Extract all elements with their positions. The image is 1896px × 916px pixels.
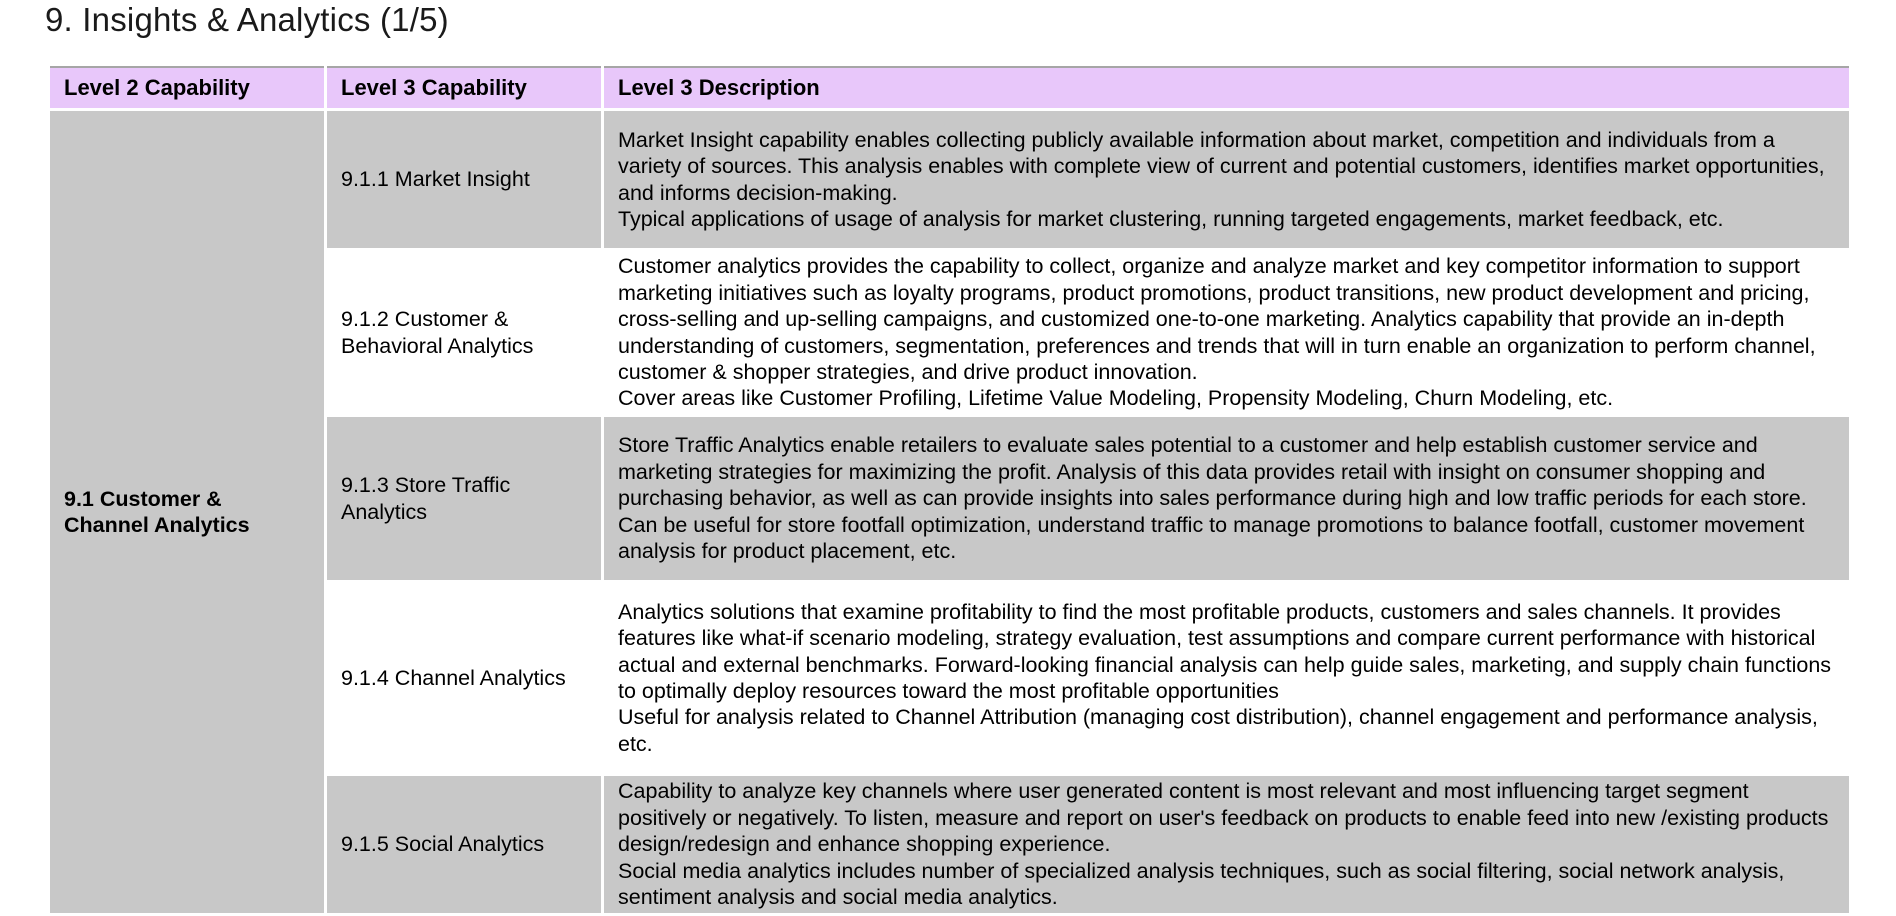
description-cell: Analytics solutions that examine profita…: [601, 580, 1852, 776]
level3-cell: 9.1.3 Store Traffic Analytics: [324, 414, 604, 583]
level3-label: 9.1.5 Social Analytics: [341, 832, 545, 857]
table-header-row: Level 2 Capability Level 3 Capability Le…: [47, 67, 1852, 111]
description-cell: Market Insight capability enables collec…: [601, 108, 1852, 251]
description-paragraph: Market Insight capability enables collec…: [618, 127, 1825, 205]
description-paragraph: Can be useful for store footfall optimiz…: [618, 512, 1805, 564]
header-description: Level 3 Description: [601, 67, 1852, 111]
page-title: 9. Insights & Analytics (1/5): [45, 1, 449, 38]
description-paragraph: Capability to analyze key channels where…: [618, 779, 1829, 857]
description-paragraph: Customer analytics provides the capabili…: [618, 254, 1816, 384]
level3-cell: 9.1.1 Market Insight: [324, 108, 604, 251]
description-paragraph: Store Traffic Analytics enable retailers…: [618, 433, 1807, 511]
description-paragraph: Analytics solutions that examine profita…: [618, 599, 1832, 703]
description-paragraph: Social media analytics includes number o…: [618, 858, 1785, 910]
description-paragraph: Cover areas like Customer Profiling, Lif…: [618, 386, 1614, 411]
header-level2: Level 2 Capability: [47, 67, 327, 111]
level3-label: 9.1.4 Channel Analytics: [341, 665, 566, 690]
description-cell: Capability to analyze key channels where…: [601, 773, 1852, 916]
level3-label: 9.1.1 Market Insight: [341, 167, 530, 192]
description-cell: Customer analytics provides the capabili…: [601, 248, 1852, 417]
level3-cell: 9.1.4 Channel Analytics: [324, 580, 604, 776]
level3-label: 9.1.2 Customer & Behavioral Analytics: [341, 307, 534, 358]
slide-page: 9. Insights & Analytics (1/5) Level 2 Ca…: [0, 0, 1896, 916]
level3-label: 9.1.3 Store Traffic Analytics: [341, 473, 511, 524]
capability-table: Level 2 Capability Level 3 Capability Le…: [47, 66, 1852, 916]
level3-cell: 9.1.5 Social Analytics: [324, 773, 604, 916]
description-paragraph: Typical applications of usage of analysi…: [618, 206, 1724, 231]
header-level3: Level 3 Capability: [324, 67, 604, 111]
description-paragraph: Useful for analysis related to Channel A…: [618, 705, 1818, 756]
level3-cell: 9.1.2 Customer & Behavioral Analytics: [324, 248, 604, 417]
table-row: 9.1 Customer & Channel Analytics 9.1.1 M…: [47, 108, 1852, 916]
level2-cell: 9.1 Customer & Channel Analytics: [47, 108, 327, 916]
level2-label: 9.1 Customer & Channel Analytics: [64, 486, 250, 537]
description-cell: Store Traffic Analytics enable retailers…: [601, 414, 1852, 583]
